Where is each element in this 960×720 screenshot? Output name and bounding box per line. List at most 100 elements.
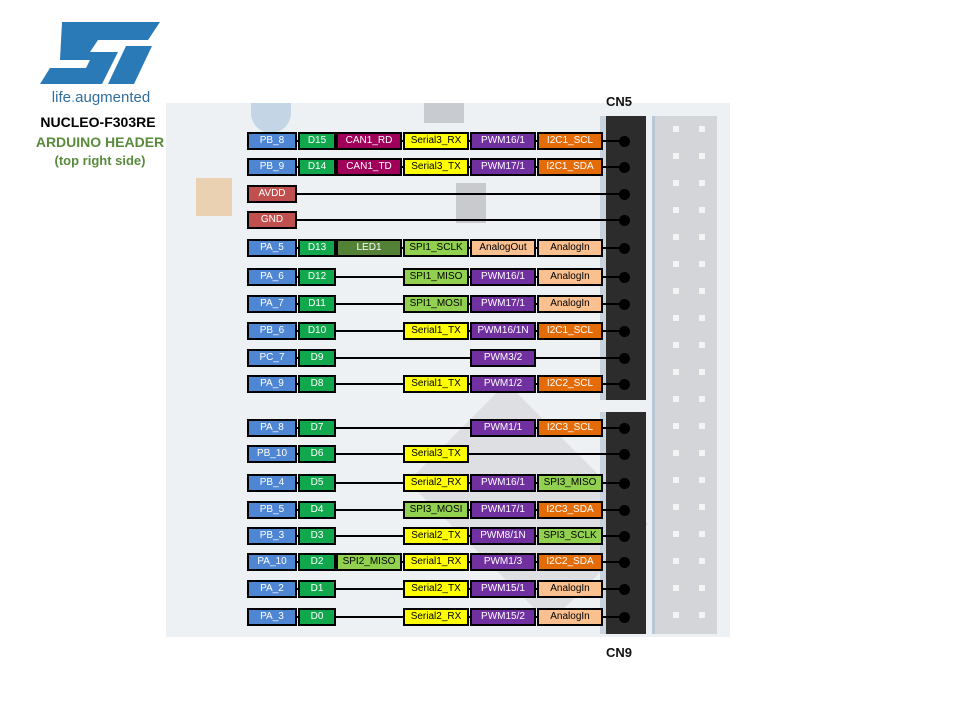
arduino-pin-label: D0 (298, 608, 336, 626)
cn10-pin (699, 288, 705, 294)
analog-function: AnalogIn (537, 239, 603, 257)
serial-function: Serial2_TX (403, 580, 469, 598)
arduino-pin-label: D5 (298, 474, 336, 492)
i2c-function: I2C1_SCL (537, 132, 603, 150)
pwm-function: PWM3/2 (470, 349, 536, 367)
arduino-pin-label: D9 (298, 349, 336, 367)
i2c-function: I2C1_SCL (537, 322, 603, 340)
analog-function: AnalogIn (537, 580, 603, 598)
i2c-function: I2C2_SDA (537, 553, 603, 571)
cn10-pin (699, 531, 705, 537)
port-label: PA_10 (247, 553, 297, 571)
spi-function: SPI1_MOSI (403, 295, 469, 313)
arduino-pin-label: D6 (298, 445, 336, 463)
cn10-pin (699, 477, 705, 483)
serial-function: Serial1_RX (403, 553, 469, 571)
cn10-morpho-header (652, 116, 717, 634)
arduino-pin-label: D2 (298, 553, 336, 571)
header-pin (619, 557, 630, 568)
arduino-pin-label: D1 (298, 580, 336, 598)
cn10-pin (699, 396, 705, 402)
power-label: GND (247, 211, 297, 229)
analog-function: AnalogIn (537, 268, 603, 286)
cn10-pin (673, 450, 679, 456)
port-label: PB_4 (247, 474, 297, 492)
pwm-function: PWM1/3 (470, 553, 536, 571)
cn10-pin (699, 234, 705, 240)
header-pin (619, 215, 630, 226)
cn9-label: CN9 (606, 645, 633, 660)
header-pin (619, 353, 630, 364)
arduino-pin-label: D10 (298, 322, 336, 340)
serial-function: Serial3_TX (403, 445, 469, 463)
spi-function: SPI3_MOSI (403, 501, 469, 519)
port-label: PB_9 (247, 158, 297, 176)
pwm-function: PWM16/1 (470, 132, 536, 150)
arduino-pin-label: D11 (298, 295, 336, 313)
port-label: PB_10 (247, 445, 297, 463)
port-label: PC_7 (247, 349, 297, 367)
header-pin (619, 531, 630, 542)
pwm-function: PWM16/1N (470, 322, 536, 340)
pin-wire (267, 219, 625, 221)
cn10-pin (673, 585, 679, 591)
serial-function: Serial1_TX (403, 322, 469, 340)
arduino-pin-label: D7 (298, 419, 336, 437)
ic-chip (456, 183, 486, 223)
cn10-pin (699, 450, 705, 456)
cn10-pin (699, 423, 705, 429)
port-label: PA_5 (247, 239, 297, 257)
header-pin (619, 243, 630, 254)
cn10-pin (673, 504, 679, 510)
pwm-function: PWM15/2 (470, 608, 536, 626)
cn10-pin (699, 153, 705, 159)
header-pin (619, 299, 630, 310)
port-label: PB_6 (247, 322, 297, 340)
port-label: PB_5 (247, 501, 297, 519)
arduino-pin-label: D15 (298, 132, 336, 150)
cn10-pin (699, 342, 705, 348)
cn10-pin (673, 477, 679, 483)
led-function: LED1 (336, 239, 402, 257)
port-label: PA_2 (247, 580, 297, 598)
arduino-pin-label: D12 (298, 268, 336, 286)
cn10-pin (673, 423, 679, 429)
cn10-pin (699, 261, 705, 267)
serial-function: Serial1_TX (403, 375, 469, 393)
cn10-pin (699, 612, 705, 618)
cn10-pin (699, 558, 705, 564)
power-label: AVDD (247, 185, 297, 203)
header-pin (619, 379, 630, 390)
cn10-pin (673, 207, 679, 213)
arduino-pin-label: D14 (298, 158, 336, 176)
cn10-pin (673, 180, 679, 186)
can-function: CAN1_TD (336, 158, 402, 176)
i2c-function: I2C1_SDA (537, 158, 603, 176)
header-pin (619, 612, 630, 623)
spi-function: SPI1_MISO (403, 268, 469, 286)
button-blob (424, 103, 464, 123)
pwm-function: PWM8/1N (470, 527, 536, 545)
header-title: ARDUINO HEADER (35, 134, 165, 150)
analog-function: AnalogOut (470, 239, 536, 257)
header-pin (619, 162, 630, 173)
pwm-function: PWM15/1 (470, 580, 536, 598)
port-label: PA_3 (247, 608, 297, 626)
port-label: PB_3 (247, 527, 297, 545)
cn10-pin (673, 612, 679, 618)
cn10-pin (673, 315, 679, 321)
i2c-function: I2C3_SCL (537, 419, 603, 437)
analog-function: AnalogIn (537, 295, 603, 313)
cn10-pin (673, 234, 679, 240)
cn10-pin (673, 531, 679, 537)
cn10-pin (673, 558, 679, 564)
cn10-pin (673, 369, 679, 375)
serial-function: Serial2_RX (403, 474, 469, 492)
cn10-pin (699, 585, 705, 591)
pwm-function: PWM17/1 (470, 158, 536, 176)
cn10-pin (673, 153, 679, 159)
cn10-pin (673, 126, 679, 132)
cn10-pin (673, 396, 679, 402)
analog-function: AnalogIn (537, 608, 603, 626)
cn10-pin (699, 315, 705, 321)
